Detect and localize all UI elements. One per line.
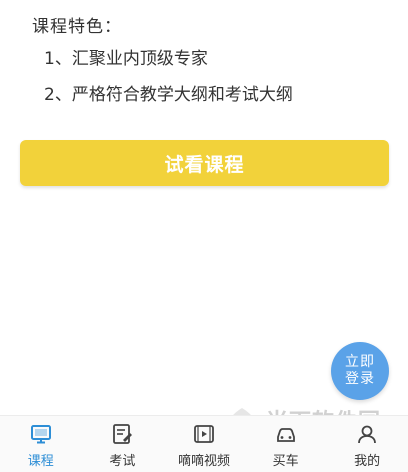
tab-course[interactable]: 课程 [0,416,82,472]
bottom-tab-bar: 课程 考试 嘀嘀视频 买车 我的 [0,415,408,472]
monitor-icon [30,425,51,444]
video-play-icon [194,425,214,443]
login-fab-line1: 立即 [345,354,375,370]
login-fab-line2: 登录 [345,371,375,387]
tab-mine-label: 我的 [354,454,381,469]
tab-exam[interactable]: 考试 [82,416,164,472]
tab-buy-car[interactable]: 买车 [245,416,327,472]
tab-video[interactable]: 嘀嘀视频 [163,416,245,472]
tab-mine[interactable]: 我的 [326,416,408,472]
login-fab-button[interactable]: 立即 登录 [331,342,389,400]
trial-course-button[interactable]: 试看课程 [20,140,389,186]
tab-course-label: 课程 [27,454,54,469]
edit-document-icon [113,424,133,444]
feature-list: 1、汇聚业内顶级专家 2、严格符合教学大纲和考试大纲 [44,48,293,120]
tab-exam-label: 考试 [109,454,136,469]
feature-item: 2、严格符合教学大纲和考试大纲 [44,85,293,105]
feature-item: 1、汇聚业内顶级专家 [44,49,208,69]
features-title: 课程特色： [32,17,122,37]
tab-buy-car-label: 买车 [272,454,299,469]
tab-video-label: 嘀嘀视频 [177,454,230,469]
car-icon [276,428,295,442]
user-icon [358,425,377,444]
